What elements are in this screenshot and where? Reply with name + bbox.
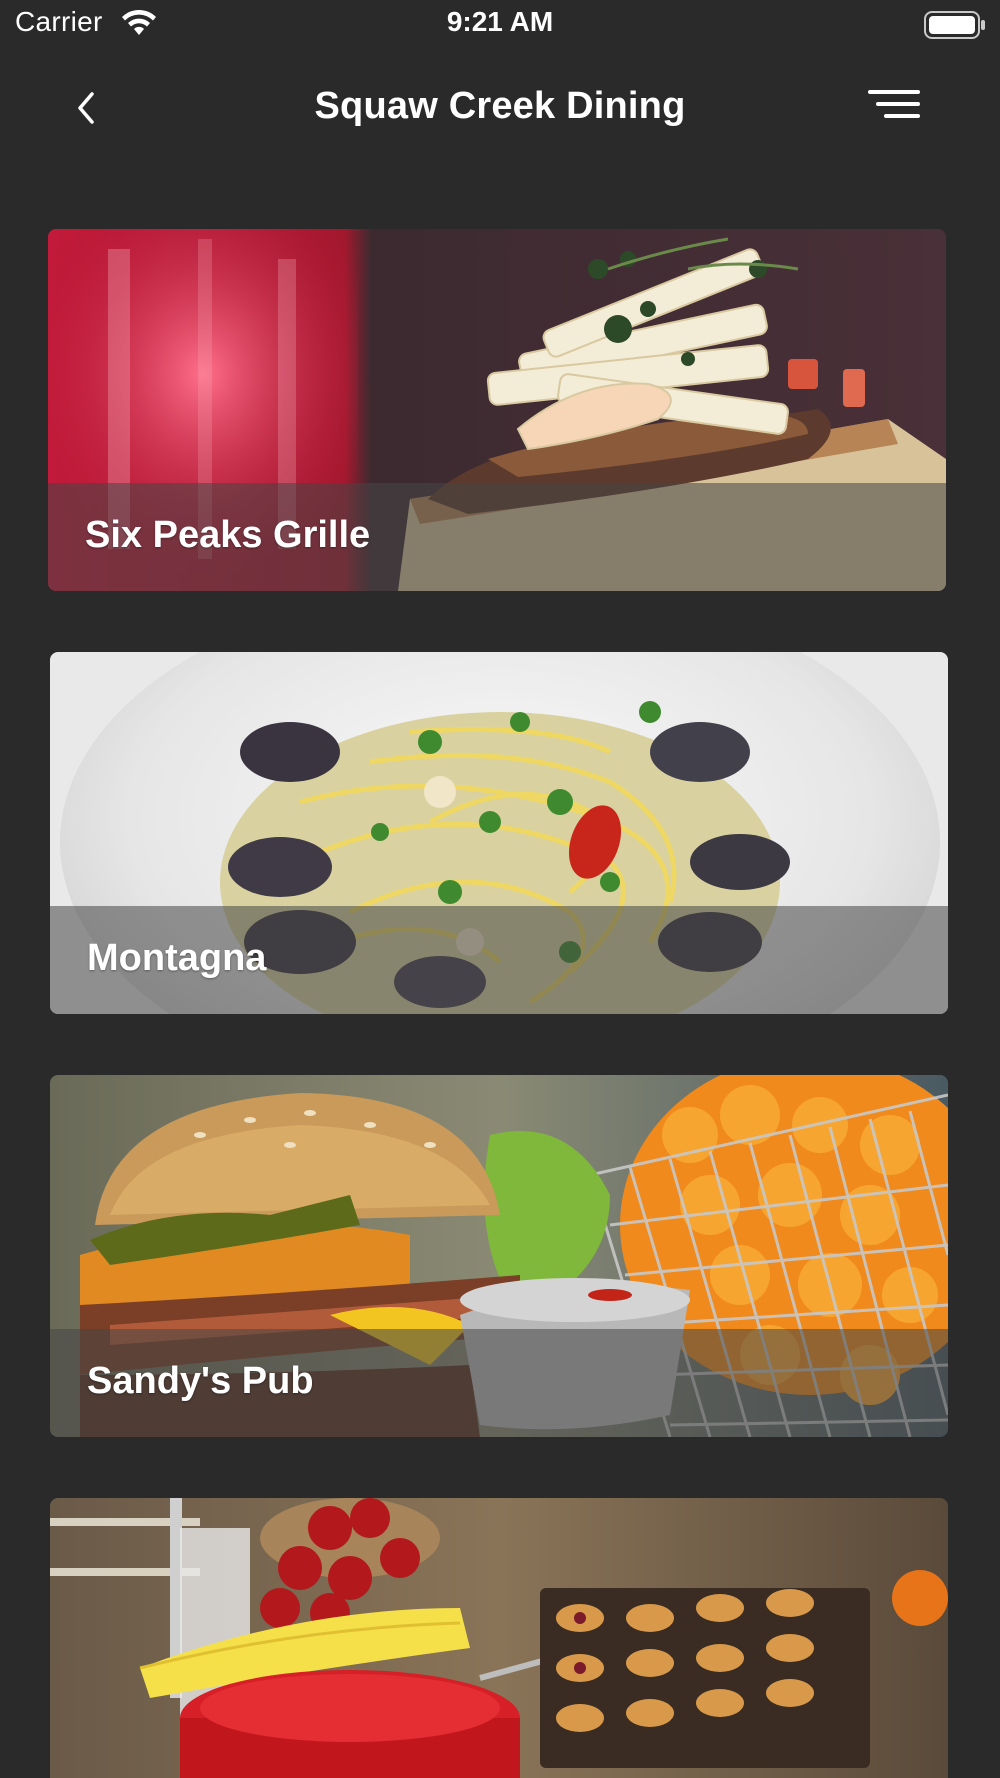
dining-screen: Carrier 9:21 AM Squaw Creek Dining Six P… [0,0,1000,1778]
restaurant-card-montagna[interactable]: Montagna [50,652,948,1014]
restaurant-name: Sandy's Pub [87,1360,314,1402]
restaurant-card-six-peaks-grille[interactable]: Six Peaks Grille [48,229,946,591]
restaurant-name: Montagna [87,937,267,979]
restaurant-card-buffet[interactable] [50,1498,948,1778]
restaurant-name: Six Peaks Grille [85,514,371,556]
breakfast-buffet-photo [50,1498,948,1778]
restaurant-list: Six Peaks Grille Montagna Sandy's Pub [0,0,1000,1778]
restaurant-card-sandys-pub[interactable]: Sandy's Pub [50,1075,948,1437]
